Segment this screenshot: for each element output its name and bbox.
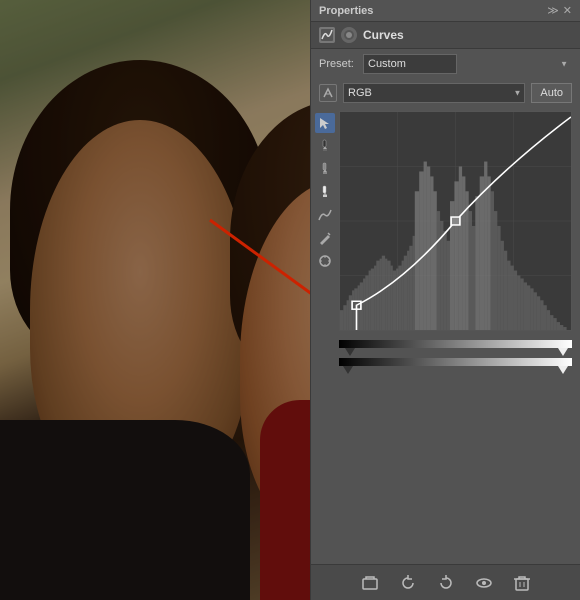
preset-dropdown-arrow: ▼ bbox=[560, 60, 568, 69]
output-black-slider[interactable] bbox=[343, 366, 353, 374]
tools-column bbox=[315, 111, 339, 331]
eyedropper-white-tool[interactable] bbox=[315, 182, 335, 202]
eyedropper-black-tool[interactable] bbox=[315, 136, 335, 156]
pencil-draw-tool[interactable] bbox=[315, 228, 335, 248]
select-point-tool[interactable] bbox=[315, 113, 335, 133]
output-white-slider[interactable] bbox=[558, 366, 568, 374]
auto-button[interactable]: Auto bbox=[531, 83, 572, 103]
preset-select-wrapper: Custom Default Strong Contrast Linear Co… bbox=[363, 54, 572, 74]
curves-title: Curves bbox=[363, 28, 404, 42]
previous-state-button[interactable] bbox=[396, 571, 420, 595]
eyedropper-gray-tool[interactable] bbox=[315, 159, 335, 179]
input-slider[interactable] bbox=[339, 337, 572, 351]
properties-panel: Properties ≫ ✕ Curves Preset: Custom Def… bbox=[310, 0, 580, 600]
preset-row: Preset: Custom Default Strong Contrast L… bbox=[311, 49, 580, 79]
clip-layers-button[interactable] bbox=[358, 571, 382, 595]
histogram-svg bbox=[340, 112, 571, 330]
sample-in-image-tool[interactable] bbox=[315, 251, 335, 271]
preset-select[interactable]: Custom Default Strong Contrast Linear Co… bbox=[363, 54, 457, 74]
panel-header-icons: ≫ ✕ bbox=[547, 4, 572, 17]
curves-adjustment-icon bbox=[319, 27, 335, 43]
preset-label: Preset: bbox=[319, 58, 357, 70]
curves-mode-icon bbox=[341, 27, 357, 43]
curve-area-wrapper bbox=[311, 107, 580, 335]
channel-select[interactable]: RGB Red Green Blue bbox=[343, 83, 525, 103]
output-slider-row bbox=[311, 353, 580, 371]
input-slider-row bbox=[311, 335, 580, 353]
panel-close-icon[interactable]: ✕ bbox=[563, 4, 572, 17]
channel-row: RGB Red Green Blue ▼ Auto bbox=[311, 79, 580, 107]
delete-layer-button[interactable] bbox=[510, 571, 534, 595]
panel-header: Properties ≫ ✕ bbox=[311, 0, 580, 22]
curves-section-header: Curves bbox=[311, 22, 580, 49]
panel-title: Properties bbox=[319, 5, 373, 17]
panel-menu-icon[interactable]: ≫ bbox=[547, 4, 559, 17]
channel-select-wrapper: RGB Red Green Blue ▼ bbox=[343, 83, 525, 103]
curve-canvas[interactable] bbox=[339, 111, 572, 331]
reset-adjustments-button[interactable] bbox=[434, 571, 458, 595]
channel-icon[interactable] bbox=[319, 84, 337, 102]
smooth-curve-tool[interactable] bbox=[315, 205, 335, 225]
bottom-toolbar bbox=[311, 564, 580, 600]
output-slider[interactable] bbox=[339, 355, 572, 369]
toggle-visibility-button[interactable] bbox=[472, 571, 496, 595]
